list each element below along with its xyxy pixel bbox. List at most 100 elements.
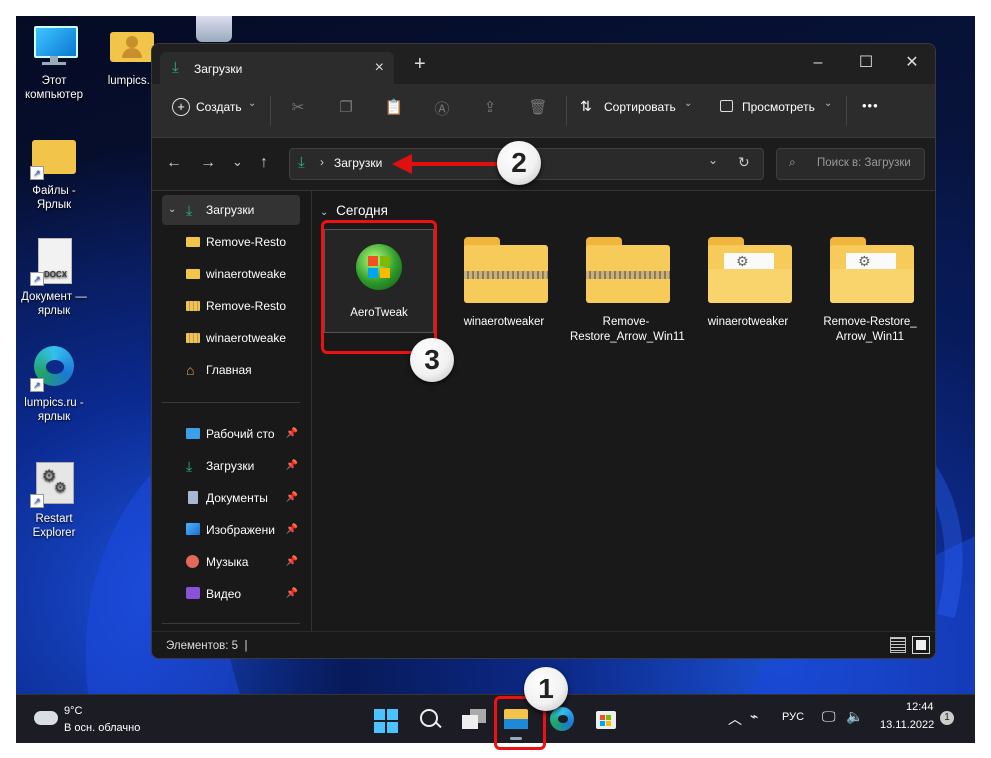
desktop-icon-files-shortcut[interactable]: ↗ Файлы - Ярлык <box>18 132 90 212</box>
delete-icon[interactable]: 🗑 <box>528 98 548 118</box>
recycle-bin-icon[interactable] <box>196 16 232 42</box>
sidebar-item-zip[interactable]: Remove-Resto <box>180 291 300 321</box>
sidebar-item-music[interactable]: Музыка 📌 <box>162 547 300 577</box>
docx-file-icon: DOCX ↗ <box>30 238 78 286</box>
sidebar-item-videos[interactable]: Видео 📌 <box>162 579 300 609</box>
maximize-button[interactable]: ☐ <box>846 50 886 76</box>
desktop-icon-this-pc[interactable]: Этот компьютер <box>18 22 90 102</box>
sidebar-item-downloads[interactable]: ⌄ ⤓ Загрузки <box>162 195 300 225</box>
new-tab-button[interactable]: + <box>414 53 426 76</box>
status-bar: Элементов: 5 | <box>152 631 935 658</box>
document-icon <box>188 491 198 504</box>
sidebar-item-downloads-pinned[interactable]: ⤓ Загрузки 📌 <box>162 451 300 481</box>
desktop-icon-edge-shortcut[interactable]: ↗ lumpics.ru - ярлык <box>18 344 90 424</box>
step-badge-3: 3 <box>410 338 454 382</box>
file-item-zip[interactable]: winaerotweaker <box>448 229 560 330</box>
desktop-icon-label: Restart Explorer <box>32 513 76 539</box>
file-item-zip[interactable]: Remove-Restore_Arrow_Win11 <box>570 229 685 345</box>
sidebar-item-zip[interactable]: winaerotweake <box>180 323 300 353</box>
file-item-folder[interactable]: ⚙ Remove-Restore_Arrow_Win11 <box>814 229 926 345</box>
monitor-network-icon[interactable]: 🖵 <box>822 708 836 725</box>
sort-button[interactable]: ⇅ Сортировать ⌄ <box>580 98 696 120</box>
cloud-icon <box>34 711 58 725</box>
sidebar-item-label: Музыка <box>206 555 249 569</box>
clock-date[interactable]: 13.11.2022 <box>880 719 934 731</box>
close-window-button[interactable]: ✕ <box>892 50 932 76</box>
breadcrumb-downloads[interactable]: Загрузки <box>334 156 382 170</box>
sidebar-item-label: winaerotweake <box>206 267 287 281</box>
download-icon: ⤓ <box>186 458 193 474</box>
sidebar-item-documents[interactable]: Документы 📌 <box>162 483 300 513</box>
zip-folder-icon <box>186 301 200 311</box>
sidebar-item-folder[interactable]: winaerotweake <box>180 259 300 289</box>
cut-icon[interactable]: ✂ <box>288 98 308 118</box>
music-icon <box>186 555 199 568</box>
chevron-down-icon: ⌄ <box>824 98 833 109</box>
group-header[interactable]: ⌄ Сегодня <box>320 203 388 218</box>
more-options-button[interactable]: ••• <box>862 98 879 113</box>
sidebar-item-label: Remove-Resto <box>206 235 287 249</box>
separator <box>270 96 271 126</box>
chevron-down-icon[interactable]: ⌄ <box>708 153 718 167</box>
pin-icon: 📌 <box>285 588 298 599</box>
share-icon[interactable]: ⇪ <box>480 98 500 118</box>
chevron-down-icon: ⌄ <box>168 204 177 215</box>
search-icon: ⌕ <box>789 155 796 169</box>
video-icon <box>186 587 200 599</box>
desktop-icon-restart-explorer[interactable]: ⚙ ⚙ ↗ Restart Explorer <box>18 460 90 540</box>
start-windows-icon[interactable] <box>372 705 400 733</box>
copy-icon[interactable]: ❐ <box>336 98 356 118</box>
arrow-annotation <box>392 154 500 174</box>
sidebar-item-label: Документы <box>206 491 268 505</box>
breadcrumb-separator: › <box>320 155 324 169</box>
up-arrow-icon[interactable]: ↑ <box>260 154 268 172</box>
shortcut-arrow-icon: ↗ <box>30 166 44 180</box>
address-row: ← → ⌄ ↑ ⤓ › Загрузки ⌄ ↻ ⌕ Поиск в: Загр… <box>152 138 935 191</box>
back-arrow-icon[interactable]: ← <box>166 154 182 172</box>
sidebar-item-folder[interactable]: Remove-Resto <box>180 227 300 257</box>
volume-icon[interactable]: 🔈 <box>846 708 863 725</box>
desktop-icon-document-shortcut[interactable]: DOCX ↗ Документ — ярлык <box>18 238 90 318</box>
close-tab-icon[interactable]: × <box>375 59 384 77</box>
step-badge-2: 2 <box>497 141 541 185</box>
search-input[interactable]: ⌕ Поиск в: Загрузки <box>776 148 925 180</box>
language-indicator[interactable]: РУС <box>782 711 804 723</box>
weather-temp: 9°C <box>64 705 83 717</box>
zip-folder-icon <box>578 229 674 309</box>
sidebar-item-pictures[interactable]: Изображени 📌 <box>162 515 300 545</box>
clock-time[interactable]: 12:44 <box>906 701 934 713</box>
sidebar-item-label: Remove-Resto <box>206 299 287 313</box>
file-name: winaerotweaker <box>463 316 545 328</box>
separator <box>846 96 847 126</box>
shortcut-arrow-icon: ↗ <box>30 272 44 286</box>
tab-downloads[interactable]: ⤓ Загрузки × <box>160 52 394 84</box>
sidebar-item-home[interactable]: ⌂ Главная <box>162 355 300 385</box>
details-view-icon[interactable] <box>890 637 906 653</box>
folder-icon <box>186 237 200 247</box>
search-icon[interactable] <box>416 705 444 733</box>
paste-icon[interactable]: 📋 <box>384 98 404 118</box>
sidebar-item-label: winaerotweake <box>206 331 287 345</box>
chevron-up-icon[interactable]: ︿ <box>728 709 742 729</box>
shortcut-arrow-icon: ↗ <box>30 378 44 392</box>
rename-icon[interactable]: Ⓐ <box>432 98 452 118</box>
weather-widget[interactable]: 9°C В осн. облачно <box>32 705 162 735</box>
notification-count-badge[interactable]: 1 <box>940 711 954 725</box>
store-icon[interactable] <box>592 705 620 733</box>
gear-icon: ⚙ ⚙ ↗ <box>30 460 78 508</box>
refresh-icon[interactable]: ↻ <box>738 154 750 171</box>
sidebar-item-desktop[interactable]: Рабочий сто 📌 <box>162 419 300 449</box>
forward-arrow-icon[interactable]: → <box>200 154 216 172</box>
sort-label: Сортировать <box>604 100 676 114</box>
minimize-button[interactable]: – <box>798 50 838 76</box>
sidebar-item-label: Загрузки <box>206 203 255 217</box>
task-view-icon[interactable] <box>460 705 488 733</box>
folder-icon <box>186 269 200 279</box>
file-item-folder[interactable]: ⚙ winaerotweaker <box>692 229 804 330</box>
view-button[interactable]: Просмотреть ⌄ <box>720 98 836 120</box>
recent-chevron-icon[interactable]: ⌄ <box>232 154 243 170</box>
network-off-icon[interactable]: ⌁ <box>750 708 758 725</box>
file-name: Remove-Restore_Arrow_Win11 <box>570 316 685 343</box>
desktop-icon-label: Этот компьютер <box>25 75 83 101</box>
tiles-view-icon[interactable] <box>912 636 930 654</box>
